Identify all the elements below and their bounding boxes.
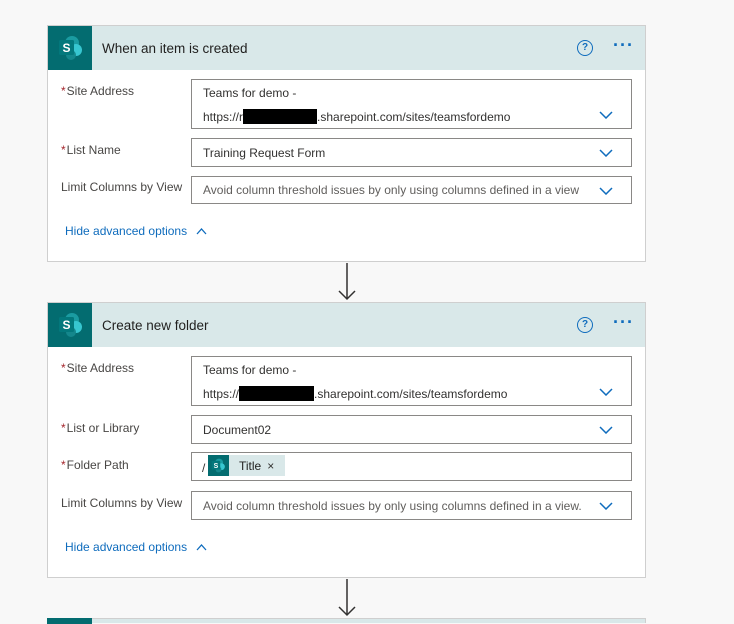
url-prefix: https://r (203, 110, 244, 124)
chevron-down-icon[interactable] (599, 502, 613, 510)
required-marker: * (61, 458, 66, 472)
card-header[interactable]: S Create new folder ? ··· (48, 303, 645, 347)
folder-path-label: *Folder Path (61, 458, 129, 472)
chevron-down-icon[interactable] (599, 426, 613, 434)
redaction-block (239, 386, 315, 402)
required-marker: * (61, 84, 66, 98)
help-icon[interactable]: ? (577, 317, 593, 333)
card-header[interactable]: S When an item is created ? ··· (48, 26, 645, 70)
folder-path-prefix: / (202, 461, 206, 475)
dynamic-content-token-title[interactable]: S Title × (208, 455, 285, 476)
link-text: Hide advanced options (65, 540, 188, 554)
list-or-library-value: Document02 (203, 423, 272, 437)
limit-columns-label: Limit Columns by View (61, 180, 183, 194)
list-name-value: Training Request Form (203, 146, 326, 160)
close-icon[interactable]: × (267, 459, 274, 473)
url-suffix: .sharepoint.com/sites/teamsfordemo (317, 110, 511, 124)
site-address-dropdown[interactable]: Teams for demo - https://r .sharepoint.co… (191, 79, 632, 129)
site-address-url: https:// .sharepoint.com/sites/teamsforde… (203, 386, 508, 402)
arrow-down-icon (338, 579, 356, 617)
trigger-card-when-item-created: S When an item is created ? ··· *Site Ad… (47, 25, 646, 262)
sharepoint-icon: S (48, 26, 92, 70)
site-address-url: https://r .sharepoint.com/sites/teamsford… (203, 109, 511, 125)
chevron-down-icon[interactable] (599, 111, 613, 119)
site-address-line1: Teams for demo - (203, 363, 297, 377)
label-text: Site Address (66, 361, 135, 375)
hide-advanced-options-link[interactable]: Hide advanced options (65, 224, 207, 238)
more-options-icon[interactable]: ··· (613, 312, 634, 332)
folder-path-input[interactable]: / S Title × (191, 452, 632, 481)
limit-columns-dropdown[interactable]: Avoid column threshold issues by only us… (191, 491, 632, 520)
label-text: List Name (66, 143, 121, 157)
site-address-label: *Site Address (61, 84, 134, 98)
hide-advanced-options-link[interactable]: Hide advanced options (65, 540, 207, 554)
sharepoint-icon: S (208, 455, 229, 476)
label-text: Site Address (66, 84, 135, 98)
url-suffix: .sharepoint.com/sites/teamsfordemo (314, 387, 508, 401)
svg-text:S: S (214, 463, 219, 470)
list-or-library-label: *List or Library (61, 421, 139, 435)
card-title: Create new folder (102, 317, 209, 333)
required-marker: * (61, 143, 66, 157)
sharepoint-icon (47, 618, 92, 624)
list-or-library-dropdown[interactable]: Document02 (191, 415, 632, 444)
more-options-icon[interactable]: ··· (613, 35, 634, 55)
limit-columns-placeholder: Avoid column threshold issues by only us… (203, 183, 579, 197)
token-label: Title (239, 458, 262, 473)
chevron-down-icon[interactable] (599, 187, 613, 195)
chevron-down-icon[interactable] (599, 388, 613, 396)
chevron-down-icon[interactable] (599, 149, 613, 157)
arrow-down-icon (338, 263, 356, 301)
action-card-create-new-folder: S Create new folder ? ··· *Site Address … (47, 302, 646, 578)
next-card-partial[interactable] (47, 618, 646, 624)
link-text: Hide advanced options (65, 224, 188, 238)
site-address-dropdown[interactable]: Teams for demo - https:// .sharepoint.com… (191, 356, 632, 406)
sharepoint-icon: S (48, 303, 92, 347)
limit-columns-dropdown[interactable]: Avoid column threshold issues by only us… (191, 176, 632, 204)
chevron-up-icon (196, 228, 207, 235)
limit-columns-label: Limit Columns by View (61, 496, 183, 510)
label-text: Folder Path (66, 458, 129, 472)
svg-text:S: S (62, 41, 70, 55)
site-address-label: *Site Address (61, 361, 134, 375)
chevron-up-icon (196, 544, 207, 551)
site-address-line1: Teams for demo - (203, 86, 297, 100)
label-text: List or Library (66, 421, 140, 435)
url-prefix: https:// (203, 387, 240, 401)
card-title: When an item is created (102, 40, 248, 56)
required-marker: * (61, 361, 66, 375)
required-marker: * (61, 421, 66, 435)
list-name-dropdown[interactable]: Training Request Form (191, 138, 632, 167)
help-icon[interactable]: ? (577, 40, 593, 56)
list-name-label: *List Name (61, 143, 121, 157)
limit-columns-placeholder: Avoid column threshold issues by only us… (203, 499, 582, 513)
redaction-block (243, 109, 318, 125)
svg-text:S: S (62, 318, 70, 332)
